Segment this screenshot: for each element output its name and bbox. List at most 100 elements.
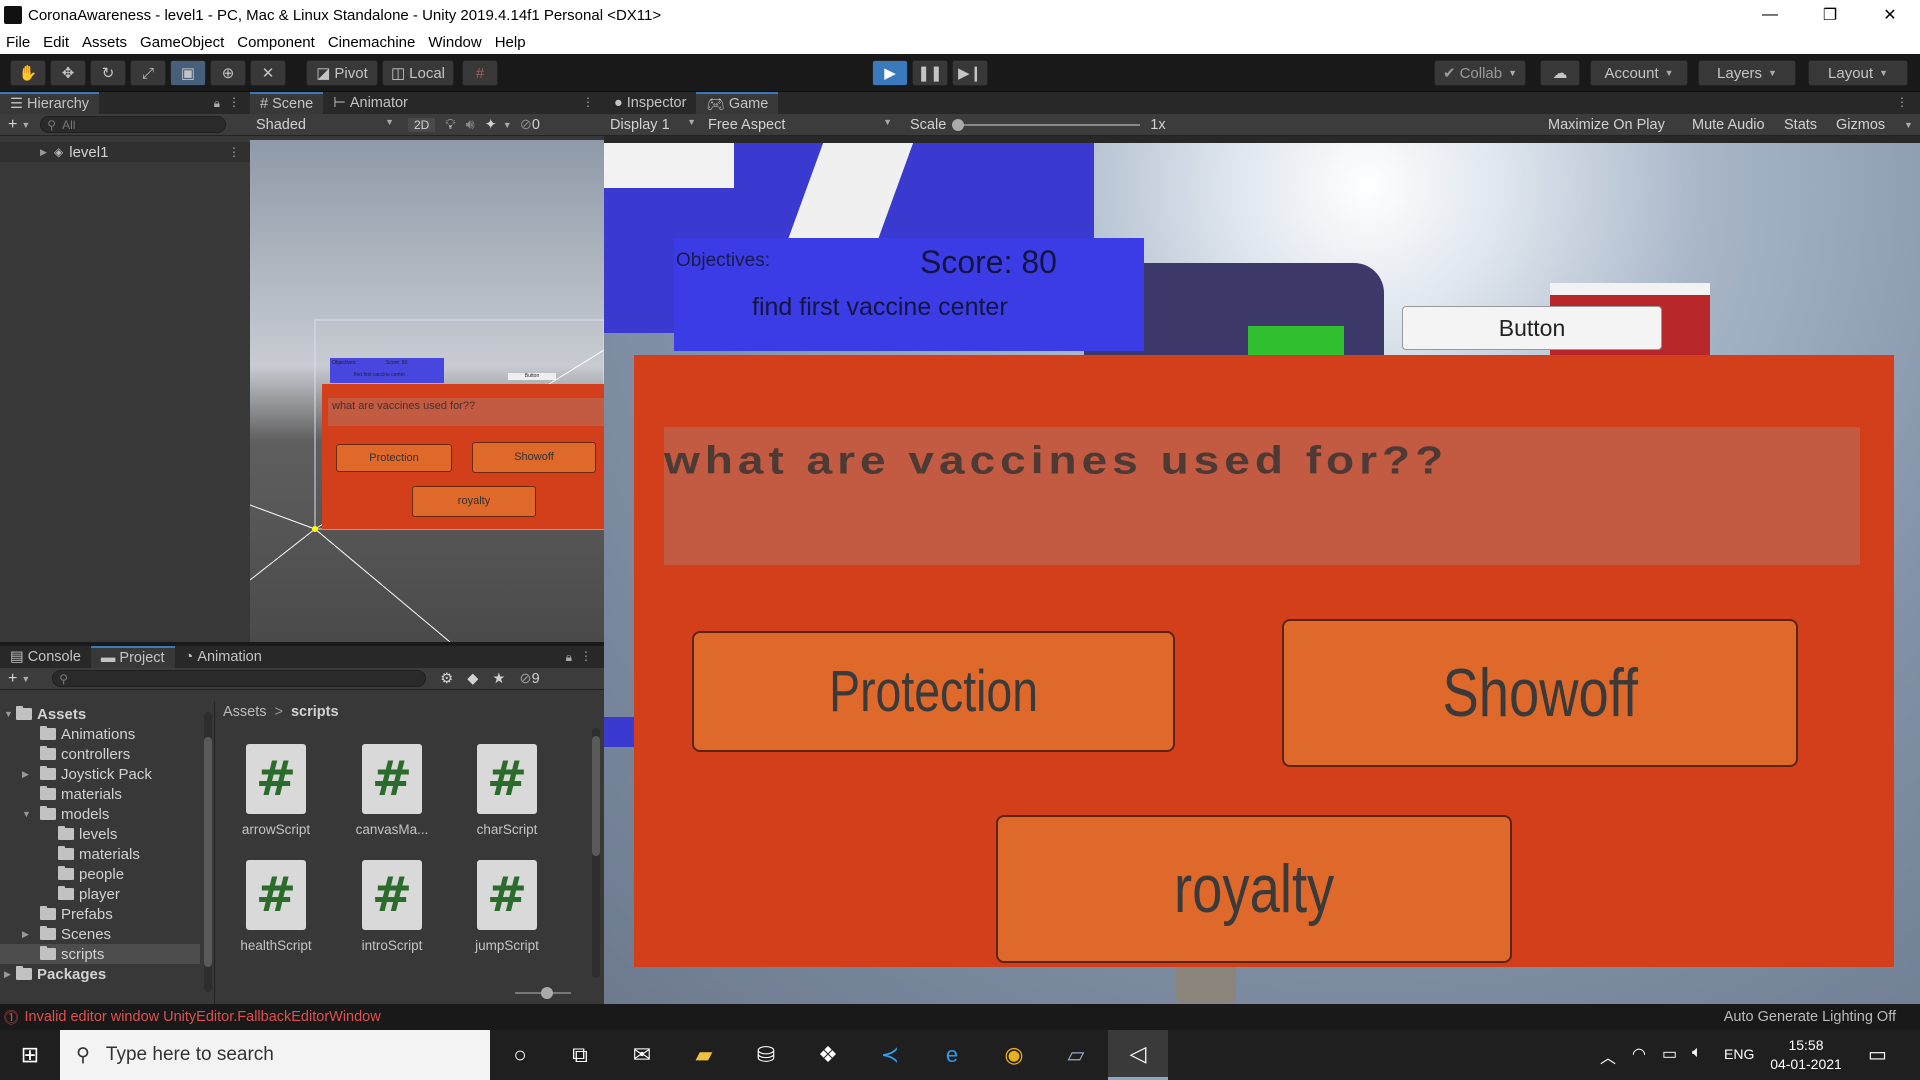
tab-hierarchy[interactable]: ☰ Hierarchy [0,92,100,114]
account-dropdown[interactable]: Account ▼ [1590,60,1688,86]
unity-taskbar-icon[interactable]: ◁ [1108,1030,1168,1080]
move-tool-icon[interactable]: ✥ [50,60,86,86]
dropbox-icon[interactable]: ❖ [798,1030,858,1080]
expand-arrow-icon[interactable]: ▶ [22,929,40,940]
kebab-menu-icon[interactable]: ⋮ [228,145,240,159]
aspect-dropdown[interactable]: Free Aspect ▼ [700,117,898,133]
display-dropdown[interactable]: Display 1 ▼ [604,117,700,133]
light-icon[interactable]: 💡︎ [445,117,455,133]
local-toggle[interactable]: ◫ Local [382,60,454,86]
lighting-status[interactable]: Auto Generate Lighting Off [1724,1009,1896,1025]
network-icon[interactable]: ◠ [1632,1044,1646,1064]
maximize-on-play-toggle[interactable]: Maximize On Play [1548,117,1665,133]
filter-type-icon[interactable]: ⚙ [440,671,453,687]
tab-inspector[interactable]: ● Inspector [604,92,696,114]
kebab-menu-icon[interactable]: ⋮ [228,95,240,109]
tab-game[interactable]: 🎮︎ Game [696,92,779,114]
close-button[interactable]: ✕ [1860,0,1920,30]
answer-protection-button[interactable]: Protection [692,631,1175,752]
rotate-tool-icon[interactable]: ↻ [90,60,126,86]
answer-royalty-button[interactable]: royalty [996,815,1512,963]
cortana-icon[interactable]: ○ [490,1030,550,1080]
lock-icon[interactable]: 🔒︎ [566,650,572,665]
taskbar-search[interactable]: ⚲ Type here to search [60,1030,490,1080]
pause-button[interactable]: ❚❚ [912,60,948,86]
game-viewport[interactable]: Objectives: Score: 80 find first vaccine… [604,143,1920,1004]
tree-item-assets[interactable]: ▼ Assets [0,704,86,724]
asset-scrollbar-thumb[interactable] [592,736,600,856]
play-button[interactable]: ▶ [872,60,908,86]
tree-item-controllers[interactable]: controllers [0,744,130,764]
clock[interactable]: 15:58 04-01-2021 [1766,1036,1846,1074]
breadcrumb-root[interactable]: Assets [223,704,267,720]
chrome-icon[interactable]: ◉ [984,1030,1044,1080]
ui-button[interactable]: Button [1402,306,1662,350]
tree-item-packages[interactable]: ▶ Packages [0,964,106,984]
asset-scrollbar[interactable] [592,728,600,978]
hidden-packages-icon[interactable]: ⊘ [519,671,531,687]
chevron-down-icon[interactable]: ▼ [21,120,30,130]
tree-item-animations[interactable]: Animations [0,724,135,744]
tree-item-joystick-pack[interactable]: ▶ Joystick Pack [0,764,152,784]
tab-console[interactable]: ▤ Console [0,646,91,668]
chevron-down-icon[interactable]: ▼ [1904,120,1913,130]
tree-scrollbar-thumb[interactable] [204,737,212,967]
tab-project[interactable]: ▬ Project [90,646,175,668]
effects-icon[interactable]: ✦ [485,117,497,133]
kebab-menu-icon[interactable]: ⋮ [582,95,594,109]
menu-cinemachine[interactable]: Cinemachine [328,34,416,51]
cloud-button[interactable]: ☁ [1540,60,1580,86]
scale-tool-icon[interactable]: ⤢ [130,60,166,86]
menu-window[interactable]: Window [428,34,481,51]
minimize-button[interactable]: — [1740,0,1800,30]
tab-animator[interactable]: ⊢ Animator [323,92,418,114]
asset-canvasmanager[interactable]: # canvasMa... [352,744,432,837]
hand-tool-icon[interactable]: ✋ [10,60,46,86]
asset-jumpscript[interactable]: # jumpScript [467,860,547,953]
asset-introscript[interactable]: # introScript [352,860,432,953]
collab-dropdown[interactable]: ✔ Collab ▼ [1434,60,1526,86]
asset-healthscript[interactable]: # healthScript [236,860,316,953]
kebab-menu-icon[interactable]: ⋮ [580,649,592,663]
scale-slider[interactable] [952,118,1141,131]
rect-tool-icon[interactable]: ▣ [170,60,206,86]
tree-item-levels[interactable]: levels [0,824,117,844]
filter-label-icon[interactable]: ◆ [467,671,478,687]
menu-gameobject[interactable]: GameObject [140,34,224,51]
status-error-message[interactable]: Invalid editor window UnityEditor.Fallba… [25,1009,381,1025]
2d-toggle[interactable]: 2D [408,117,436,132]
gizmos-toggle[interactable]: Gizmos [1836,117,1885,133]
maximize-button[interactable]: ❐ [1800,0,1860,30]
language-indicator[interactable]: ENG [1724,1046,1754,1062]
icon-size-slider[interactable] [515,987,571,999]
tree-item-prefabs[interactable]: Prefabs [0,904,113,924]
tree-scrollbar[interactable] [204,712,212,992]
hidden-objects-icon[interactable]: ⊘ [520,117,532,133]
tree-item-models[interactable]: ▼ models [0,804,109,824]
menu-help[interactable]: Help [495,34,526,51]
asset-arrowscript[interactable]: # arrowScript [236,744,316,837]
add-icon[interactable]: + [8,116,17,134]
expand-arrow-icon[interactable]: ▶ [22,769,40,780]
menu-component[interactable]: Component [237,34,315,51]
tab-scene[interactable]: # Scene [250,92,324,114]
scale-slider-handle[interactable] [952,118,965,131]
chevron-up-icon[interactable]: ︿ [1600,1044,1616,1068]
breadcrumb-current[interactable]: scripts [291,704,339,720]
tree-item-materials[interactable]: materials [0,784,122,804]
tree-item-materials-2[interactable]: materials [0,844,140,864]
chevron-down-icon[interactable]: ▼ [21,674,30,684]
hierarchy-search[interactable]: ⚲ All [40,116,227,133]
vscode-icon[interactable]: ≺ [860,1030,920,1080]
pivot-toggle[interactable]: ◪ Pivot [306,60,378,86]
menu-assets[interactable]: Assets [82,34,127,51]
expand-arrow-icon[interactable]: ▶ [4,969,16,980]
task-view-icon[interactable]: ⧉ [550,1030,610,1080]
tree-item-scripts[interactable]: scripts [0,944,200,964]
expand-arrow-icon[interactable]: ▼ [22,809,40,819]
volume-icon[interactable]: 🔈︎ [1692,1044,1702,1062]
chevron-down-icon[interactable]: ▼ [503,120,512,130]
layers-dropdown[interactable]: Layers ▼ [1698,60,1796,86]
edge-icon[interactable]: e [922,1030,982,1080]
tab-animation[interactable]: ◔ Animation [175,646,272,668]
